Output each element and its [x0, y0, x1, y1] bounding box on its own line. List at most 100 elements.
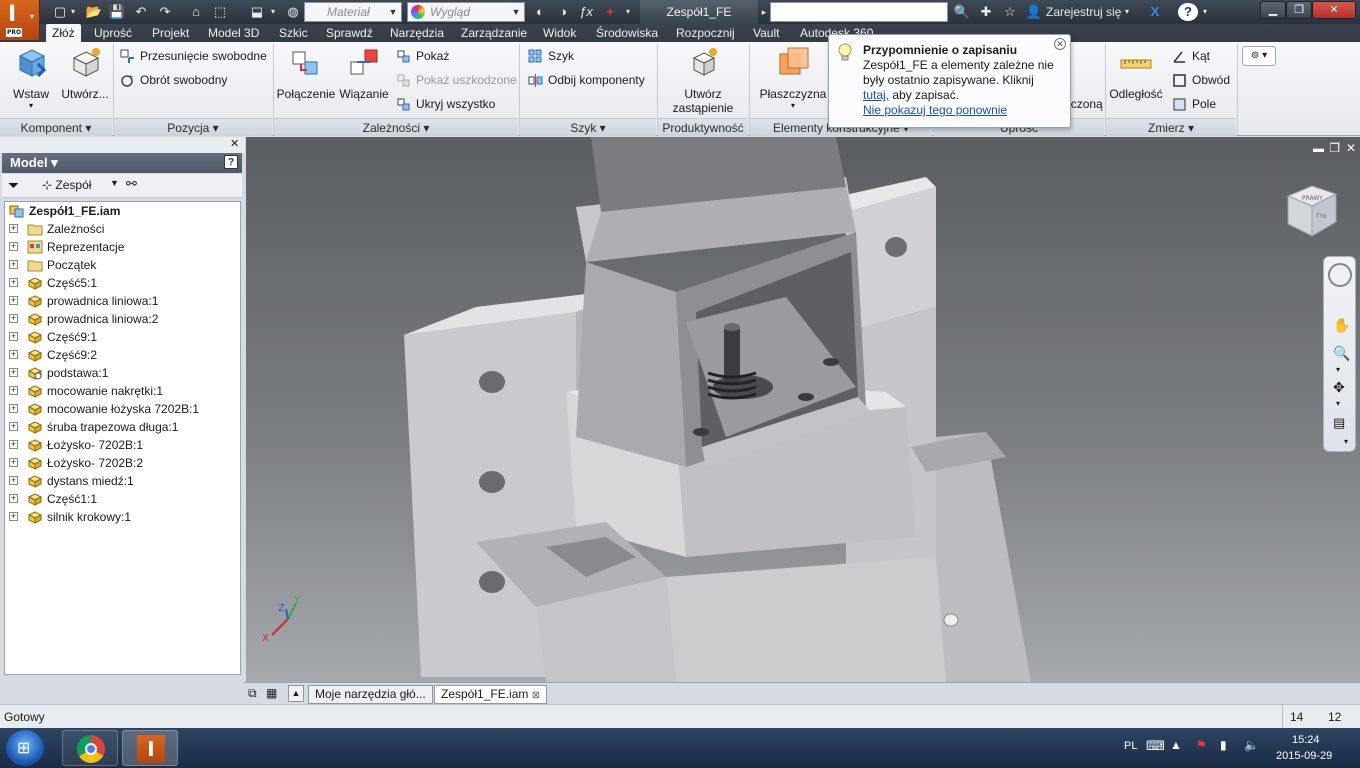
create-substitute-button[interactable]: Utwórz zastąpienie	[668, 46, 738, 115]
expand-plus-icon[interactable]: +	[9, 242, 18, 251]
redo-icon[interactable]: ↷	[155, 3, 175, 21]
expand-plus-icon[interactable]: +	[9, 260, 18, 269]
expand-plus-icon[interactable]: +	[9, 422, 18, 431]
viewport-close-icon[interactable]: ✕	[1346, 141, 1356, 155]
tab-simplify[interactable]: Uprość	[88, 24, 138, 42]
viewport-minimize-icon[interactable]: ▬	[1313, 143, 1324, 155]
keyboard-icon[interactable]: ⌨	[1146, 738, 1165, 754]
action-center-icon[interactable]: ⚑	[1196, 738, 1207, 752]
expand-plus-icon[interactable]: +	[9, 278, 18, 287]
open-icon[interactable]: 📂	[84, 3, 104, 21]
document-list-button[interactable]: ▲	[288, 685, 304, 702]
chevron-down-icon[interactable]: ▾	[1336, 399, 1340, 408]
expand-plus-icon[interactable]: +	[9, 224, 18, 233]
parameters-icon[interactable]: ƒx	[576, 3, 596, 21]
new-doc-icon[interactable]: ▢	[50, 3, 70, 21]
distance-button[interactable]: Odległość	[1108, 46, 1164, 101]
clock-date[interactable]: 2015-09-29	[1276, 750, 1332, 762]
tab-vault[interactable]: Vault	[747, 24, 785, 42]
navbar-options-icon[interactable]: ▾	[1344, 437, 1348, 446]
exchange-apps-icon[interactable]: X	[1144, 3, 1166, 21]
joint-button[interactable]: Połączenie	[276, 46, 336, 101]
show-button[interactable]: Pokaż	[394, 46, 449, 66]
help-icon[interactable]: ?	[1178, 3, 1198, 21]
save-icon[interactable]: 💾	[107, 3, 127, 21]
panel-measure-label[interactable]: Zmierz ▾	[1106, 118, 1236, 136]
tab-sketch[interactable]: Szkic	[273, 24, 314, 42]
panel-productivity-label[interactable]: Produktywność	[658, 118, 748, 136]
expand-plus-icon[interactable]: +	[9, 350, 18, 359]
steering-wheel-icon[interactable]	[1328, 263, 1352, 287]
signin-link[interactable]: Zarejestruj się	[1046, 3, 1121, 21]
keyboard-language[interactable]: PL	[1124, 740, 1137, 752]
insert-button[interactable]: Wstaw ▾	[6, 46, 56, 110]
pan-hand-icon[interactable]: ✋	[1333, 317, 1350, 334]
show-sick-button[interactable]: Pokaż uszkodzone	[394, 70, 517, 90]
viewport-restore-icon[interactable]: ❐	[1329, 141, 1340, 155]
favorites-star-icon[interactable]: ☆	[1000, 3, 1020, 21]
pattern-button[interactable]: Szyk	[526, 46, 574, 66]
tab-design[interactable]: Projekt	[146, 24, 195, 42]
cascade-windows-icon[interactable]: ▦	[266, 686, 277, 700]
chevron-down-icon[interactable]: ▼	[110, 178, 119, 188]
expand-plus-icon[interactable]: +	[9, 368, 18, 377]
panel-pattern-label[interactable]: Szyk ▾	[520, 118, 656, 136]
assembly-view-dropdown[interactable]: ⊹ Zespół	[42, 178, 91, 192]
tab-inspect[interactable]: Sprawdź	[320, 24, 379, 42]
expand-plus-icon[interactable]: +	[9, 440, 18, 449]
panel-constraints-label[interactable]: Zależności ▾	[274, 118, 518, 136]
binoculars-find-icon[interactable]: ⚯	[126, 176, 137, 192]
constrain-button[interactable]: Wiązanie	[338, 46, 390, 101]
close-window-button[interactable]: ✕	[1312, 1, 1356, 19]
panel-position-label[interactable]: Pozycja ▾	[114, 118, 272, 136]
adjust-appearance-icon[interactable]: ◑	[553, 3, 573, 21]
hide-all-button[interactable]: Ukryj wszystko	[394, 94, 495, 114]
tray-expand-icon[interactable]: ▲	[1170, 738, 1182, 752]
signin-dropdown-icon[interactable]: ▾	[1122, 3, 1132, 21]
taskbar-inventor-button[interactable]: I	[122, 730, 178, 766]
area-button[interactable]: Pole	[1170, 94, 1216, 114]
tab-get-started[interactable]: Rozpocznij	[670, 24, 741, 42]
new-dropdown-icon[interactable]: ▾	[68, 3, 78, 21]
select-icon[interactable]: ⬓	[246, 3, 268, 21]
create-button[interactable]: Utwórz...	[60, 46, 110, 101]
undo-icon[interactable]: ↶	[131, 3, 151, 21]
free-rotate-button[interactable]: Obrót swobodny	[118, 70, 227, 90]
add-icon[interactable]: +	[600, 3, 620, 21]
select-dropdown-icon[interactable]: ▾	[268, 3, 278, 21]
tab-my-home[interactable]: Moje narzędzia głó...	[308, 685, 433, 704]
qat-customize-icon[interactable]: ▾	[622, 3, 634, 21]
zoom-icon[interactable]: 🔍	[1333, 345, 1350, 362]
tab-tools[interactable]: Narzędzia	[384, 24, 450, 42]
tab-assembly-document[interactable]: Zespół1_FE.iam ⊠	[434, 685, 548, 704]
save-here-link[interactable]: tutaj,	[863, 88, 889, 102]
help-icon[interactable]: ?	[224, 155, 238, 169]
expand-plus-icon[interactable]: +	[9, 494, 18, 503]
expand-plus-icon[interactable]: +	[9, 332, 18, 341]
home-icon[interactable]: ⌂	[186, 3, 206, 21]
minimize-button[interactable]: ▁	[1260, 1, 1286, 19]
graphics-viewport[interactable]: X Z Y ▬ ❐ ✕	[246, 137, 1360, 682]
clear-appearance-icon[interactable]: ◐	[530, 3, 550, 21]
search-icon[interactable]: 🔍	[952, 3, 972, 21]
model-browser-header[interactable]: Model ▾ ?	[2, 153, 242, 173]
clock-time[interactable]: 15:24	[1292, 734, 1320, 746]
tab-manage[interactable]: Zarządzanie	[455, 24, 533, 42]
update-icon[interactable]: ⬚	[210, 3, 230, 21]
expand-search-icon[interactable]: ▸	[758, 3, 770, 21]
tab-environments[interactable]: Środowiska	[590, 24, 664, 42]
free-move-button[interactable]: Przesunięcie swobodne	[118, 46, 267, 66]
volume-icon[interactable]: 🔈	[1244, 738, 1259, 752]
tile-windows-icon[interactable]: ⧉	[248, 686, 257, 701]
appearance-combo[interactable]: Wygląd ▼	[407, 2, 525, 22]
application-menu-button[interactable]: I PRO ▾	[0, 0, 40, 40]
filter-icon[interactable]: ⏷	[8, 177, 19, 194]
dont-show-again-link[interactable]: Nie pokazuj tego ponownie	[863, 103, 1060, 118]
angle-button[interactable]: Kąt	[1170, 46, 1210, 66]
communication-center-icon[interactable]: ✚	[976, 3, 996, 21]
expand-plus-icon[interactable]: +	[9, 458, 18, 467]
close-icon[interactable]: ✕	[230, 137, 239, 150]
tab-assemble[interactable]: Złóż	[46, 24, 81, 42]
expand-plus-icon[interactable]: +	[9, 512, 18, 521]
search-input[interactable]	[770, 2, 948, 22]
